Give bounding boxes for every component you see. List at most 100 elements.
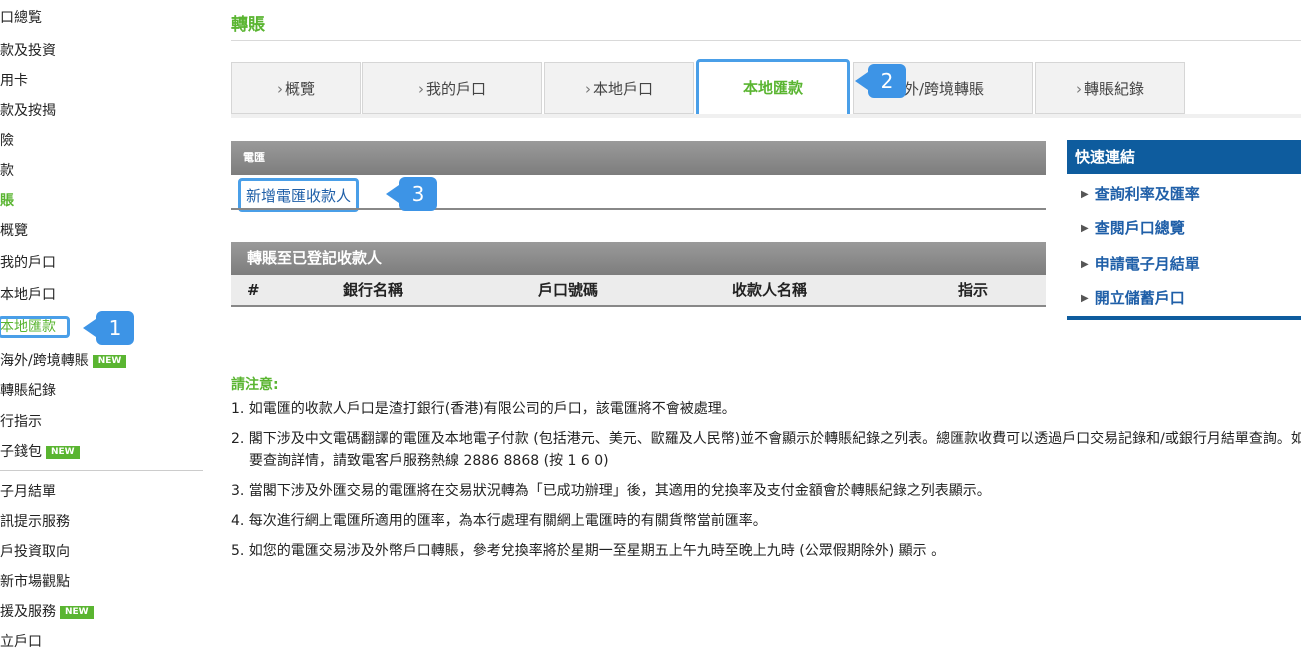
add-wire-payee-label: 新增電匯收款人: [246, 187, 352, 205]
sidebar-item-label: 訊提示服務: [0, 514, 70, 530]
notice-item: 2. 閣下涉及中文電碼翻譯的電匯及本地電子付款 (包括港元、美元、歐羅及人民幣)…: [231, 431, 1301, 469]
callout-1: 1: [83, 311, 134, 345]
sidebar-item-insurance[interactable]: 險: [0, 130, 14, 152]
sidebar-item-label: 立戶口: [0, 634, 42, 650]
page-title: 轉賬: [231, 15, 265, 35]
sidebar-divider: [0, 470, 203, 471]
sidebar-item-label: 行指示: [0, 414, 42, 430]
sidebar-subitem-overview[interactable]: 概覽: [0, 220, 28, 242]
tab-local-accounts[interactable]: › 本地戶口: [544, 62, 694, 114]
sidebar-item-label: 口總覧: [0, 10, 42, 26]
sidebar-item-help-services[interactable]: 援及服務 NEW: [0, 601, 94, 623]
sidebar-item-transfers[interactable]: 賬: [0, 190, 14, 212]
sidebar-item-label: 援及服務: [0, 604, 56, 620]
notice-item: 3. 當閣下涉及外匯交易的電匯將在交易狀況轉為「已成功辦理」後，其適用的兌換率及…: [231, 483, 991, 499]
sidebar-item-e-wallet[interactable]: 子錢包 NEW: [0, 441, 80, 463]
quick-link-e-statement[interactable]: ▶ 申請電子月結單: [1067, 248, 1301, 280]
sidebar-item-label: 子錢包: [0, 444, 42, 460]
tab-bar-underline: [231, 114, 1301, 118]
sidebar-item-label: 款及投資: [0, 43, 56, 59]
quick-link-label: 查詢利率及匯率: [1094, 185, 1200, 203]
tab-label: 我的戶口: [425, 80, 486, 98]
sidebar-item-label: 款: [0, 163, 14, 179]
notice-list: 1. 如電匯的收款人戶口是渣打銀行(香港)有限公司的戶口，該電匯將不會被處理。 …: [231, 398, 1301, 570]
payee-table-header: # 銀行名稱 戶口號碼 收款人名稱 指示: [231, 275, 1046, 307]
column-header-account-number: 戶口號碼: [538, 281, 599, 299]
wire-section-header: 電匯: [231, 141, 1046, 175]
notice-item: 5. 如您的電匯交易涉及外幣戶口轉賬，參考兌換率將於星期一至星期五上午九時至晚上…: [231, 543, 946, 559]
triangle-right-icon: ▶: [1081, 293, 1089, 304]
new-badge: NEW: [92, 355, 127, 368]
sidebar-item-alert-services[interactable]: 訊提示服務: [0, 511, 70, 533]
sidebar-item-credit-cards[interactable]: 用卡: [0, 70, 28, 92]
tab-my-accounts[interactable]: › 我的戶口: [362, 62, 542, 114]
add-wire-payee-link[interactable]: 新增電匯收款人: [238, 178, 360, 212]
chevron-right-icon: ›: [584, 80, 591, 98]
tab-label: 外/跨境轉賬: [903, 80, 985, 98]
sidebar-item-label: 子月結單: [0, 484, 56, 500]
sidebar-item-label: 轉賬紀錄: [0, 383, 56, 399]
sidebar-item-deposits-investments[interactable]: 款及投資: [0, 40, 56, 62]
sidebar-subitem-local-accounts[interactable]: 本地戶口: [0, 284, 56, 306]
callout-2: 2: [855, 64, 906, 98]
notice-item: 4. 每次進行網上電匯所適用的匯率，為本行處理有關網上電匯時的有關貨幣當前匯率。: [231, 513, 767, 529]
quick-link-account-overview[interactable]: ▶ 查閱戶口總覽: [1067, 212, 1301, 244]
callout-3: 3: [386, 177, 437, 211]
tab-label: 轉賬紀錄: [1083, 80, 1144, 98]
chevron-right-icon: ›: [1075, 80, 1082, 98]
column-header-instruction: 指示: [958, 281, 989, 299]
tab-label: 本地戶口: [592, 80, 653, 98]
sidebar-item-loans-mortgages[interactable]: 款及按揭: [0, 100, 56, 122]
quick-links-title: 快速連結: [1067, 140, 1301, 174]
quick-link-open-savings[interactable]: ▶ 開立儲蓄戶口: [1067, 282, 1301, 314]
sidebar-item-standing-instructions[interactable]: 行指示: [0, 411, 42, 433]
sidebar-item-label: 概覽: [0, 223, 28, 239]
tab-bar: › 概覽 › 我的戶口 › 本地戶口 本地匯款 外/跨境轉賬 › 轉賬紀錄: [231, 59, 1301, 118]
sidebar-item-label: 本地戶口: [0, 287, 56, 303]
triangle-right-icon: ▶: [1081, 259, 1089, 270]
sidebar-item-account-overview[interactable]: 口總覧: [0, 7, 42, 29]
chevron-right-icon: ›: [276, 80, 283, 98]
column-header-bank-name: 銀行名稱: [343, 281, 404, 299]
tab-local-remittance[interactable]: 本地匯款: [696, 59, 850, 118]
sidebar-item-label: 我的戶口: [0, 255, 56, 271]
title-divider: [231, 40, 1301, 41]
sidebar-item-label: 海外/跨境轉賬: [0, 353, 89, 369]
quick-link-label: 查閱戶口總覽: [1094, 219, 1185, 237]
notice-title: 請注意:: [231, 377, 279, 393]
column-header-payee-name: 收款人名稱: [732, 281, 808, 299]
sidebar-item-label: 用卡: [0, 73, 28, 89]
sidebar-subitem-my-accounts[interactable]: 我的戶口: [0, 252, 56, 274]
sidebar-item-investment-profile[interactable]: 戶投資取向: [0, 541, 70, 563]
sidebar-item-e-statements[interactable]: 子月結單: [0, 481, 56, 503]
sidebar-item-payments[interactable]: 款: [0, 160, 14, 182]
sidebar-subitem-transfer-records[interactable]: 轉賬紀錄: [0, 380, 56, 402]
tab-overview[interactable]: › 概覽: [231, 62, 361, 114]
sidebar-item-label: 險: [0, 133, 14, 149]
sidebar-item-label: 款及按揭: [0, 103, 56, 119]
sidebar-item-label: 賬: [0, 193, 14, 209]
tab-label: 概覽: [284, 80, 315, 98]
quick-links-bottom-border: [1067, 316, 1301, 320]
new-badge: NEW: [60, 606, 94, 619]
tab-label: 本地匯款: [742, 79, 803, 97]
registered-payees-header: 轉賬至已登記收款人: [231, 242, 1046, 275]
sidebar-item-open-account[interactable]: 立戶口: [0, 631, 42, 653]
notice-item: 1. 如電匯的收款人戶口是渣打銀行(香港)有限公司的戶口，該電匯將不會被處理。: [231, 401, 736, 417]
quick-links-panel: 快速連結 ▶ 查詢利率及匯率 ▶ 查閱戶口總覽 ▶ 申請電子月結單 ▶ 開立儲蓄戶口: [1067, 140, 1301, 320]
triangle-right-icon: ▶: [1081, 223, 1089, 234]
quick-link-label: 申請電子月結單: [1094, 255, 1200, 273]
quick-link-rates[interactable]: ▶ 查詢利率及匯率: [1067, 178, 1301, 210]
sidebar-subitem-overseas-transfer[interactable]: 海外/跨境轉賬 NEW: [0, 350, 127, 372]
sidebar-item-label: 新市場觀點: [0, 574, 70, 590]
tab-transfer-records[interactable]: › 轉賬紀錄: [1035, 62, 1185, 114]
chevron-right-icon: ›: [417, 80, 424, 98]
new-badge: NEW: [46, 446, 80, 459]
sidebar-item-label: 戶投資取向: [0, 544, 70, 560]
wire-section-divider: [231, 208, 1046, 210]
triangle-right-icon: ▶: [1081, 189, 1089, 200]
column-header-index: #: [247, 281, 260, 299]
sidebar-item-market-views[interactable]: 新市場觀點: [0, 571, 70, 593]
sidebar-highlight-box: [0, 316, 70, 338]
quick-link-label: 開立儲蓄戶口: [1094, 289, 1185, 307]
